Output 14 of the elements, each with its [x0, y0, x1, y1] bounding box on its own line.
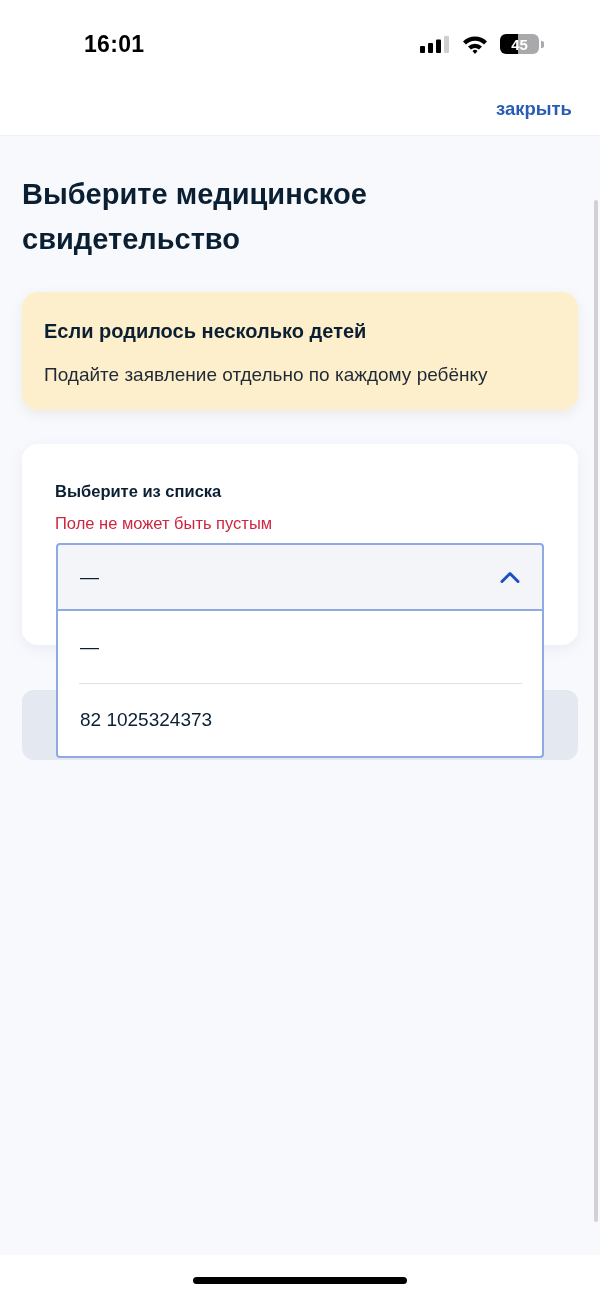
chevron-up-icon — [500, 571, 520, 583]
status-time: 16:01 — [84, 30, 145, 58]
select-value: — — [80, 566, 99, 588]
notice-title: Если родилось несколько детей — [44, 319, 368, 344]
page-title: Выберите медицинское свидетельство — [22, 177, 368, 257]
field-label: Выберите из списка — [55, 481, 223, 502]
dropdown-option[interactable]: 82 1025324373 — [58, 684, 542, 756]
notice-text: Подайте заявление отдельно по каждому ребёнку — [44, 363, 489, 387]
signal-icon — [420, 35, 450, 53]
close-link[interactable]: закрыть — [495, 97, 572, 120]
dropdown-option[interactable]: — — [58, 611, 542, 683]
wifi-icon — [462, 34, 488, 54]
error-message: Поле не может быть пустым — [55, 513, 274, 534]
select-field[interactable]: — — [56, 543, 544, 611]
